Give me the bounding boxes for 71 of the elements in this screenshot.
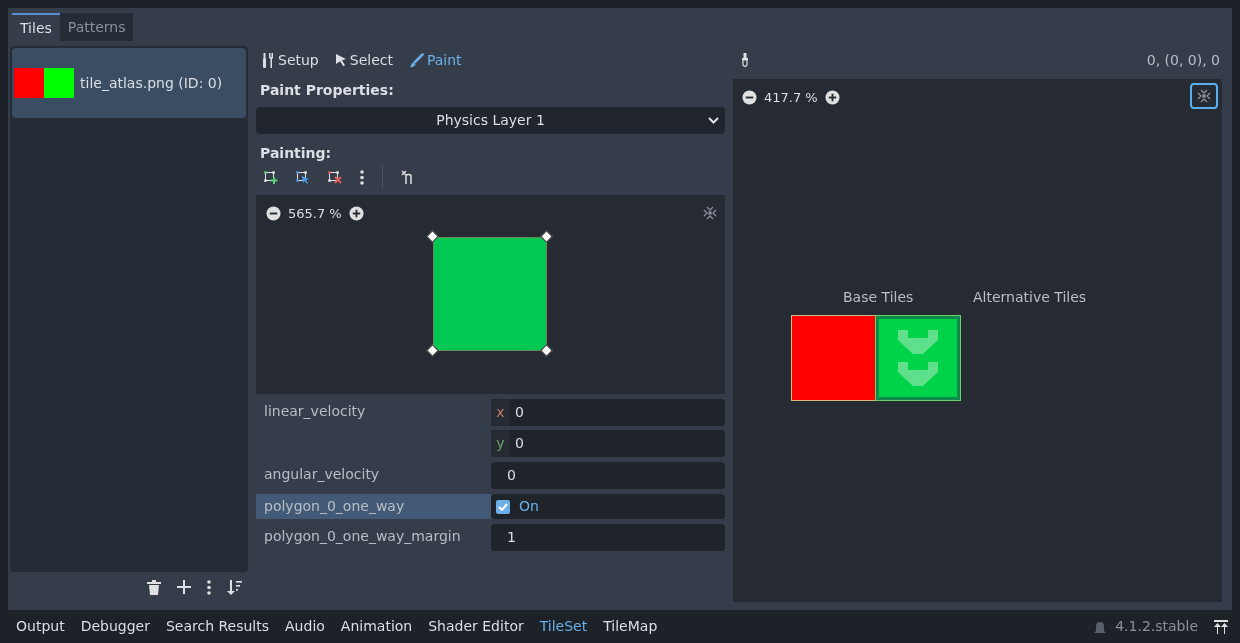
expand-panel-icon[interactable] [1214,619,1228,634]
column-heading: Base Tiles [843,288,914,307]
property-label: angular_velocity [263,465,381,484]
section-heading: Painting: [259,144,333,163]
center-view-icon[interactable] [1197,89,1211,103]
zoom-level: 417.7 % [764,89,818,107]
field-value: 0 [514,434,524,453]
add-polygon-icon[interactable] [264,170,278,184]
more-icon[interactable] [207,580,211,595]
clear-polygon-icon[interactable] [401,170,415,184]
zoom-level: 565.7 % [288,205,342,223]
sort-icon[interactable] [227,580,242,595]
atlas-thumbnail [14,68,74,98]
version-label: 4.1.2.stable [1115,617,1198,636]
bottom-panel-tab[interactable]: Output [16,616,65,637]
vector-component-field[interactable]: x 0 [491,399,725,426]
zoom-in-icon[interactable] [348,206,364,222]
property-label: polygon_0_one_way [256,494,491,519]
bottom-panel-tab[interactable]: Debugger [80,616,150,637]
polygon-vertex-handle[interactable] [426,230,439,243]
property-label: polygon_0_one_way_margin [263,527,462,546]
bottom-panel-tab[interactable]: Animation [340,616,413,637]
one-way-arrow-icon [898,330,938,386]
atlas-tile[interactable] [792,316,876,400]
center-view-icon[interactable] [703,206,717,220]
bottom-panel-tab[interactable]: Audio [285,616,325,637]
bottom-panel-tab[interactable]: Search Results [165,616,270,637]
mode-button[interactable]: Select [334,49,393,71]
cursor-icon [334,53,347,67]
atlas-tiles[interactable] [791,315,961,401]
zoom-in-icon[interactable] [824,90,840,106]
bottom-panel-tab[interactable]: TileMap [603,616,658,637]
more-icon[interactable] [360,169,364,185]
field-value: 0 [514,403,524,422]
polygon-canvas[interactable]: 565.7 % [256,195,725,394]
bottom-panel-tab[interactable]: Shader Editor [428,616,524,637]
checkbox-label: On [519,497,539,516]
checkbox[interactable] [496,499,510,514]
delete-polygon-icon[interactable] [328,170,342,184]
chevron-down-icon [708,117,719,124]
polygon-vertex-handle[interactable] [426,344,439,357]
mode-button[interactable]: Setup [262,49,319,71]
axis-label: x [491,399,510,426]
axis-label: y [491,430,510,457]
checkmark-icon [498,502,508,511]
edit-polygon-icon[interactable] [296,170,310,184]
zoom-out-icon[interactable] [266,206,281,222]
section-heading: Paint Properties: [259,81,395,100]
plus-icon[interactable] [177,580,191,594]
vector-component-field[interactable]: y 0 [491,430,725,457]
tools-icon [262,52,275,68]
eyedropper-icon[interactable] [741,53,749,67]
layer-dropdown[interactable]: Physics Layer 1 [256,107,725,134]
polygon-vertex-handle[interactable] [540,230,553,243]
trash-icon[interactable] [147,580,161,595]
number-field[interactable]: 1 [491,524,725,551]
mode-button[interactable]: Paint [408,49,462,71]
brush-icon [408,52,424,68]
zoom-out-icon[interactable] [742,90,757,106]
column-heading: Alternative Tiles [973,288,1087,307]
tile-coordinates: 0, (0, 0), 0 [1146,50,1220,70]
selected-tile[interactable] [876,316,960,400]
number-field[interactable]: 0 [491,462,725,489]
center-view-button[interactable] [1190,83,1218,109]
property-label: linear_velocity [263,402,367,421]
checkbox-field[interactable]: On [491,494,725,519]
source-item[interactable]: tile_atlas.png (ID: 0) [12,48,246,118]
panel-tab[interactable]: Patterns [59,13,134,41]
source-name: tile_atlas.png (ID: 0) [80,73,223,93]
bottom-panel-tab[interactable]: TileSet [539,616,588,637]
atlas-canvas[interactable]: 417.7 % Base Tiles Alternative Tiles [733,79,1222,602]
